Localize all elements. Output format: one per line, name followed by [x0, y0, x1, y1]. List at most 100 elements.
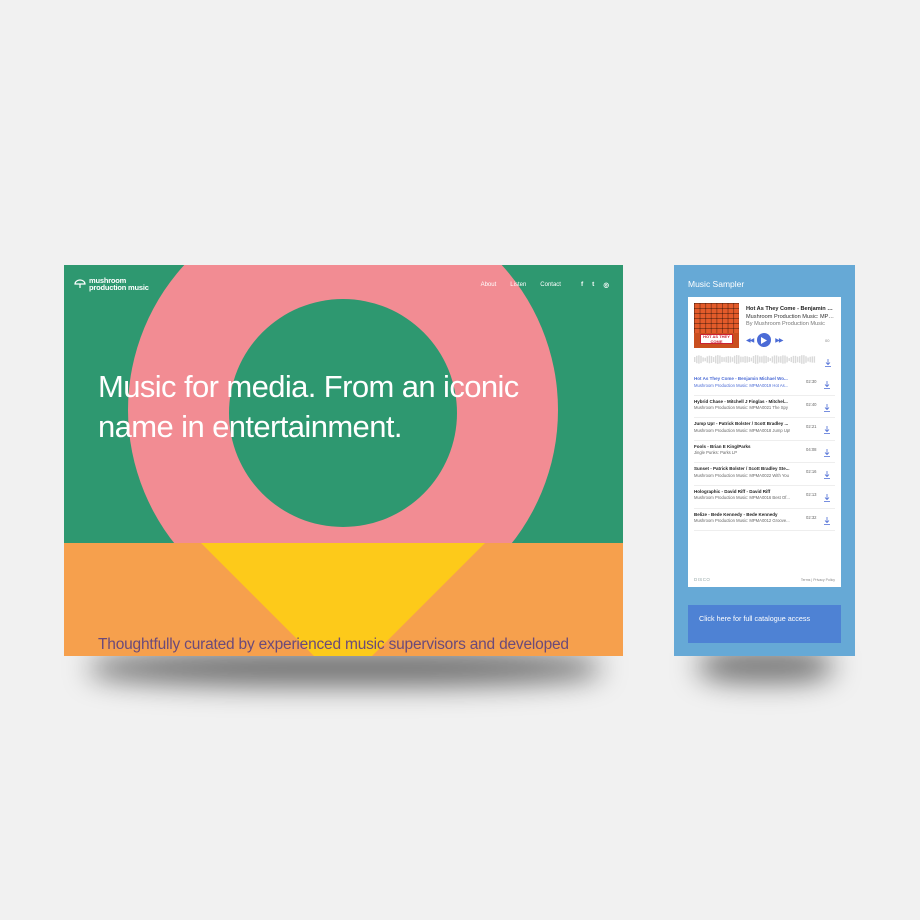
waveform-bar: [717, 355, 719, 364]
waveform-bar: [715, 355, 717, 364]
track-title: Hot As They Come - Benjamin Michael Wo..…: [694, 376, 788, 381]
waveform-bar: [733, 355, 736, 364]
website-screenshot: mushroom production music About Listen C…: [64, 265, 623, 656]
track-subtitle: Mushroom Production Music: MPMA0012 Groo…: [694, 518, 790, 524]
nav-about[interactable]: About: [481, 282, 497, 288]
track-subtitle: Mushroom Production Music: MPMA0018 Jump…: [694, 427, 791, 433]
waveform-bar: [782, 355, 784, 364]
subheading: Thoughtfully curated by experienced musi…: [98, 636, 569, 653]
waveform-bar: [759, 356, 761, 363]
waveform-bar: [803, 355, 805, 364]
play-icon: [761, 336, 768, 344]
now-playing-artist: By Mushroom Production Music: [746, 321, 825, 327]
waveform-bar: [742, 356, 744, 363]
track-duration: 04:08: [806, 446, 817, 452]
now-playing-title: Hot As They Come - Benjamin Michael Wo..…: [746, 306, 836, 312]
track-title: Hybrid Chase - Mitchell J Finglas - Mitc…: [694, 398, 788, 404]
elapsed-time: 00: [825, 338, 830, 343]
track-duration: 02:13: [806, 491, 817, 497]
waveform-bar: [698, 355, 700, 364]
facebook-icon[interactable]: f: [581, 281, 583, 289]
waveform-bar: [729, 356, 732, 363]
waveform-bar: [790, 356, 792, 363]
instagram-icon[interactable]: ◎: [603, 281, 609, 289]
waveform-bar: [731, 357, 734, 362]
mushroom-logo-icon: [74, 279, 86, 288]
download-icon[interactable]: [823, 512, 831, 530]
hero-line-1: Music for media. From an iconic: [98, 369, 519, 404]
track-row[interactable]: Belize - Bede Kennedy - Bede Kennedy Mush…: [694, 509, 835, 532]
waveform-bar: [780, 356, 782, 363]
track-row[interactable]: Fools - Brian E King/Parks Jingle Punks: …: [694, 441, 835, 464]
waveform-bar: [752, 356, 755, 363]
download-icon[interactable]: [824, 354, 832, 372]
waveform-bar: [727, 356, 729, 363]
waveform-bar: [786, 356, 788, 363]
disco-brand[interactable]: DISCO: [694, 577, 710, 582]
background-shapes: [64, 265, 623, 656]
waveform-bar: [721, 356, 723, 363]
download-icon[interactable]: [823, 444, 831, 462]
download-icon[interactable]: [823, 421, 831, 439]
track-row[interactable]: Holographic - David Riff - David Riff Mus…: [694, 486, 835, 509]
download-icon[interactable]: [823, 399, 831, 417]
sampler-title: Music Sampler: [688, 279, 745, 289]
track-subtitle: Mushroom Production Music: MPMA0016 Best…: [694, 495, 790, 501]
track-list: Hot As They Come - Benjamin Michael Wo..…: [694, 373, 835, 532]
track-row[interactable]: Jump Up! - Patrick Bolster / Scott Bradl…: [694, 418, 835, 441]
waveform-bar: [773, 355, 776, 364]
waveform-bar: [813, 356, 816, 363]
waveform-bar: [754, 355, 757, 364]
download-icon[interactable]: [823, 466, 831, 484]
download-icon[interactable]: [823, 489, 831, 507]
download-icon[interactable]: [823, 376, 831, 394]
track-title: Fools - Brian E King/Parks: [694, 443, 751, 449]
waveform-bar: [801, 355, 803, 364]
play-button[interactable]: [757, 333, 772, 347]
waveform-bar: [767, 357, 769, 362]
track-subtitle: Mushroom Production Music: MPMA0022 With…: [694, 472, 789, 478]
nav-contact[interactable]: Contact: [540, 282, 561, 288]
terms-privacy-links[interactable]: Terms | Privacy Policy: [801, 578, 835, 582]
waveform-bar: [719, 355, 721, 364]
track-duration: 02:30: [806, 379, 817, 384]
full-catalogue-button[interactable]: Click here for full catalogue access: [688, 605, 841, 643]
music-sampler-panel: Music Sampler HOT AS THEY COME Hot As Th…: [674, 265, 855, 656]
nav-listen[interactable]: Listen: [510, 282, 526, 288]
track-subtitle: Mushroom Production Music: MPMA0021 The …: [694, 405, 788, 411]
next-icon[interactable]: ▶▶: [775, 337, 783, 344]
logo[interactable]: mushroom production music: [74, 277, 149, 291]
waveform-bar: [725, 356, 727, 363]
previous-icon[interactable]: ◀◀: [746, 337, 754, 344]
waveform-bar: [744, 356, 746, 363]
waveform-bar: [799, 356, 801, 363]
waveform-bar: [809, 356, 811, 363]
waveform-bar: [778, 356, 780, 363]
waveform-bar: [769, 358, 771, 361]
logo-text: mushroom production music: [89, 277, 149, 292]
track-duration: 02:16: [806, 469, 817, 475]
waveform-bar: [807, 357, 809, 362]
waveform-bar: [771, 356, 774, 363]
waveform[interactable]: [694, 354, 816, 365]
waveform-bar: [784, 355, 786, 364]
twitter-icon[interactable]: t: [592, 281, 594, 289]
track-duration: 02:21: [806, 424, 817, 430]
track-row[interactable]: Hybrid Chase - Mitchell J Finglas - Mitc…: [694, 396, 835, 419]
waveform-bar: [708, 355, 711, 364]
waveform-bar: [811, 356, 813, 363]
waveform-bar: [704, 357, 706, 362]
player-controls: ◀◀ ▶▶: [746, 333, 784, 347]
track-row[interactable]: Sunset - Patrick Bolster / Scott Bradley…: [694, 463, 835, 486]
track-title: Belize - Bede Kennedy - Bede Kennedy: [694, 511, 778, 517]
waveform-bar: [736, 355, 738, 364]
album-cover: HOT AS THEY COME: [694, 303, 739, 348]
waveform-bar: [765, 355, 767, 364]
waveform-bar: [740, 356, 742, 363]
waveform-bar: [702, 357, 704, 362]
waveform-bar: [796, 356, 799, 363]
cover-title: HOT AS THEY COME: [700, 334, 733, 344]
track-row[interactable]: Hot As They Come - Benjamin Michael Wo..…: [694, 373, 835, 396]
waveform-bar: [710, 356, 713, 363]
waveform-bar: [748, 356, 750, 363]
